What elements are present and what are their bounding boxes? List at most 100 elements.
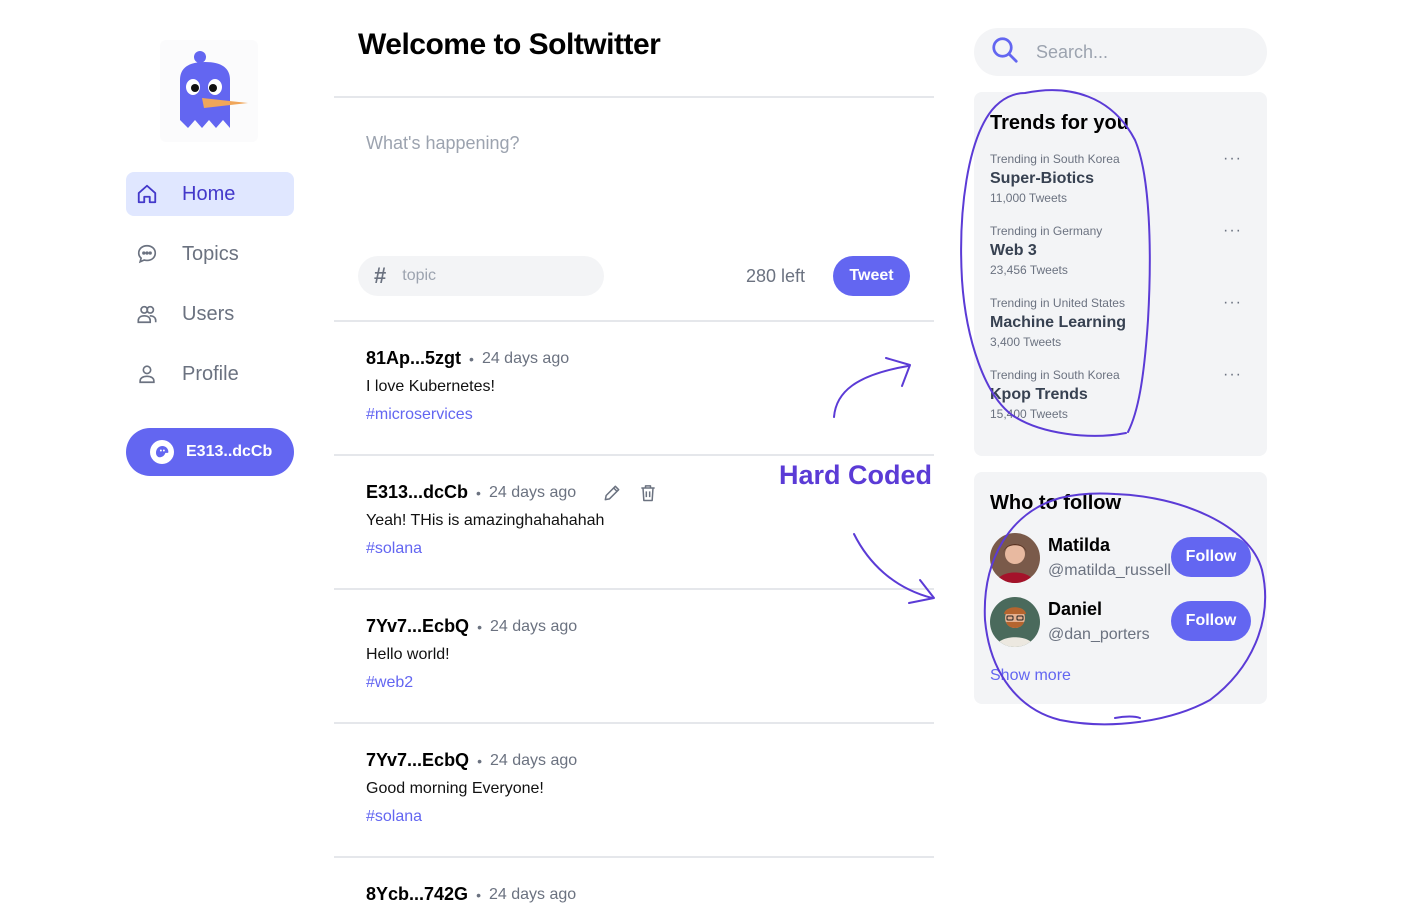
trend-name: Kpop Trends <box>990 386 1088 403</box>
tweet-topic-link[interactable]: #web2 <box>366 674 413 692</box>
divider <box>334 96 934 98</box>
follow-handle: @matilda_russell <box>1048 562 1171 579</box>
show-more-link[interactable]: Show more <box>990 667 1071 685</box>
tweet-time: 24 days ago <box>489 617 578 635</box>
trend-name: Web 3 <box>990 242 1037 259</box>
trends-panel: Trends for you Trending in South Korea S… <box>974 92 1267 456</box>
tweet-time: 24 days ago <box>488 885 577 903</box>
tweet-content: Good morning Everyone! <box>366 780 544 797</box>
tweet-author[interactable]: 7Yv7...EcbQ <box>366 750 469 771</box>
who-to-follow-panel: Who to follow Matilda @matilda_russell F… <box>974 472 1267 704</box>
sidebar-nav: Home Topics Users Profile <box>126 172 294 412</box>
delete-trash-icon[interactable] <box>638 483 658 503</box>
trends-title: Trends for you <box>990 112 1129 134</box>
trend-count: 23,456 Tweets <box>990 263 1068 277</box>
divider <box>334 588 934 590</box>
sidebar-item-topics[interactable]: Topics <box>126 232 294 276</box>
tweet-button[interactable]: Tweet <box>833 256 910 296</box>
trend-location: Trending in Germany <box>990 224 1103 238</box>
tweet-item[interactable]: 7Yv7...EcbQ • 24 days ago Hello world! #… <box>334 616 934 722</box>
more-options-icon[interactable]: ··· <box>1223 222 1242 240</box>
divider <box>334 454 934 456</box>
sidebar-item-label: Home <box>182 182 236 205</box>
trend-location: Trending in South Korea <box>990 152 1120 166</box>
divider <box>334 856 934 858</box>
divider <box>334 320 934 322</box>
phantom-wallet-icon <box>150 440 174 464</box>
topic-placeholder: topic <box>402 267 437 284</box>
tweet-actions <box>602 483 674 503</box>
trend-item[interactable]: Trending in South Korea Kpop Trends 15,4… <box>990 366 1250 421</box>
separator-dot: • <box>477 752 482 769</box>
tweet-author[interactable]: 8Ycb...742G <box>366 884 468 905</box>
avatar[interactable] <box>990 533 1040 583</box>
sidebar-item-label: Topics <box>182 242 239 265</box>
more-options-icon[interactable]: ··· <box>1223 366 1242 384</box>
chat-bubble-icon <box>136 243 158 265</box>
tweet-topic-link[interactable]: #solana <box>366 540 422 558</box>
tweet-item[interactable]: 81Ap...5zgt • 24 days ago I love Kuberne… <box>334 348 934 454</box>
follow-suggestion: Daniel @dan_porters Follow <box>990 597 1260 647</box>
wallet-address: E313..dcCb <box>186 443 273 460</box>
tweet-item[interactable]: E313...dcCb • 24 days ago Yeah! THis is … <box>334 482 934 588</box>
search-bar[interactable]: Search... <box>974 28 1267 76</box>
follow-suggestion: Matilda @matilda_russell Follow <box>990 533 1260 583</box>
trend-name: Machine Learning <box>990 314 1127 331</box>
separator-dot: • <box>477 618 482 635</box>
follow-title: Who to follow <box>990 492 1122 514</box>
follow-button[interactable]: Follow <box>1171 601 1251 641</box>
follow-handle: @dan_porters <box>1048 626 1150 643</box>
tweet-topic-link[interactable]: #solana <box>366 808 422 826</box>
search-icon <box>990 35 1020 70</box>
hashtag-icon: # <box>374 263 387 288</box>
tweet-time: 24 days ago <box>489 751 578 769</box>
trend-item[interactable]: Trending in United States Machine Learni… <box>990 294 1250 349</box>
tweet-author[interactable]: 7Yv7...EcbQ <box>366 616 469 637</box>
follow-name[interactable]: Daniel <box>1048 599 1102 620</box>
wallet-button[interactable]: E313..dcCb <box>126 428 294 476</box>
trend-item[interactable]: Trending in Germany Web 3 23,456 Tweets … <box>990 222 1250 277</box>
sidebar-item-label: Profile <box>182 362 239 385</box>
sidebar-item-home[interactable]: Home <box>126 172 294 216</box>
tweet-content: Hello world! <box>366 646 450 663</box>
annotation-label: Hard Coded <box>779 460 933 490</box>
tweet-author[interactable]: E313...dcCb <box>366 482 468 503</box>
tweet-content: Yeah! THis is amazinghahahahah <box>366 512 605 529</box>
more-options-icon[interactable]: ··· <box>1223 294 1242 312</box>
tweet-author[interactable]: 81Ap...5zgt <box>366 348 461 369</box>
users-icon <box>136 303 158 325</box>
user-icon <box>136 363 158 385</box>
trend-item[interactable]: Trending in South Korea Super-Biotics 11… <box>990 150 1250 205</box>
separator-dot: • <box>476 886 481 903</box>
separator-dot: • <box>469 350 474 367</box>
tweet-content: I love Kubernetes! <box>366 378 495 395</box>
avatar[interactable] <box>990 597 1040 647</box>
sidebar-item-label: Users <box>182 302 235 325</box>
trend-count: 3,400 Tweets <box>990 335 1062 349</box>
sidebar-item-users[interactable]: Users <box>126 292 294 336</box>
tweet-composer-input[interactable]: What's happening? <box>366 133 520 154</box>
trend-count: 15,400 Tweets <box>990 407 1068 421</box>
trend-count: 11,000 Tweets <box>990 191 1067 205</box>
search-input[interactable]: Search... <box>1036 42 1108 63</box>
bird-logo-icon <box>180 51 248 128</box>
more-options-icon[interactable]: ··· <box>1223 150 1242 168</box>
tweet-time: 24 days ago <box>481 349 570 367</box>
trend-name: Super-Biotics <box>990 170 1095 187</box>
follow-button[interactable]: Follow <box>1171 537 1251 577</box>
characters-left: 280 left <box>746 266 806 286</box>
follow-name[interactable]: Matilda <box>1048 535 1110 556</box>
tweet-item[interactable]: 8Ycb...742G • 24 days ago <box>334 884 934 905</box>
tweet-item[interactable]: 7Yv7...EcbQ • 24 days ago Good morning E… <box>334 750 934 856</box>
edit-pencil-icon[interactable] <box>602 483 622 503</box>
divider <box>334 722 934 724</box>
sidebar-item-profile[interactable]: Profile <box>126 352 294 396</box>
tweet-time: 24 days ago <box>488 483 577 501</box>
tweet-topic-link[interactable]: #microservices <box>366 406 473 424</box>
topic-input[interactable]: # topic <box>358 256 604 296</box>
page-title: Welcome to Soltwitter <box>358 28 661 61</box>
trend-location: Trending in United States <box>990 296 1125 310</box>
home-icon <box>136 183 158 205</box>
separator-dot: • <box>476 484 481 501</box>
app-logo[interactable] <box>160 40 258 142</box>
